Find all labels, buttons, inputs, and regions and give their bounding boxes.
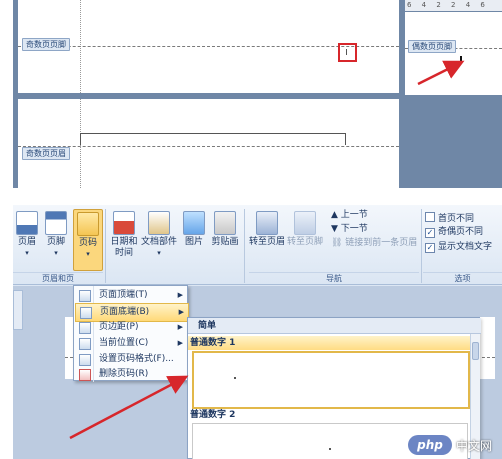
group-label-navigation: 导航 [249,272,419,285]
different-first-page-label: 首页不同 [438,214,475,224]
group-separator [421,209,422,283]
format-page-number-icon [79,354,91,366]
menu-item-label: 页面顶端(T) [99,290,148,300]
date-time-button[interactable]: 日期和时间 [109,211,139,259]
link-icon: ⛓ [331,238,346,248]
goto-header-button-label: 转至页眉 [249,237,286,247]
checkbox-icon [425,212,435,222]
group-separator [244,209,245,283]
clipart-icon [214,211,236,235]
checkmark-icon: ✓ [425,228,435,238]
php-logo: php [408,435,452,455]
next-section-button[interactable]: ▼ 下一节 [331,224,368,235]
menu-item-page-top[interactable]: 页面顶端(T) ▶ [75,287,187,304]
submenu-arrow-icon: ▶ [177,339,183,347]
document-parts-button-label: 文档部件 [141,237,178,247]
group-label-options: 选项 [423,272,502,285]
gallery-section-plain-number-2: 普通数字 2 [190,410,236,420]
word-ribbon-panel: 页眉 ▾ 页脚 ▾ 页码 ▾ 页眉和页 日期和时间 文档部件 ▾ 图片 剪贴画 [13,205,502,459]
different-odd-even-checkbox[interactable]: ✓ 奇偶页不同 [425,227,483,238]
site-watermark: php 中文网 [408,433,502,457]
odd-page-header-area[interactable]: 奇数页页眉 [18,99,399,188]
document-parts-icon [148,211,170,235]
menu-item-label: 页边距(P) [99,322,139,332]
dropdown-arrow-icon: ▾ [157,249,161,257]
goto-header-icon [256,211,278,235]
gallery-category-header: 简单 [188,318,481,334]
vertical-ruler[interactable] [13,290,23,330]
page-number-icon [77,212,99,236]
scrollbar-thumb[interactable] [472,342,479,360]
next-section-label: 下一节 [340,224,368,234]
menu-item-remove-page-numbers[interactable]: 删除页码(R) [75,366,187,383]
footer-icon [45,211,67,235]
link-to-previous-label: 链接到前一条页眉 [345,238,418,248]
goto-header-button[interactable]: 转至页眉 [249,211,285,248]
page-number-button-label: 页码 [78,238,97,248]
picture-button-label: 图片 [184,237,203,247]
gallery-item-plain-number-1[interactable] [192,351,470,409]
current-position-icon [79,338,91,350]
page-number-highlight-box [338,43,357,62]
dropdown-arrow-icon: ▾ [54,249,58,257]
odd-header-tag: 奇数页页眉 [22,147,70,160]
previous-section-button[interactable]: ▲ 上一节 [331,210,368,221]
goto-footer-button[interactable]: 转至页脚 [287,211,323,248]
submenu-arrow-icon: ▶ [177,291,183,299]
checkmark-icon: ✓ [425,243,435,253]
link-to-previous-button[interactable]: ⛓ 链接到前一条页眉 [331,238,417,249]
even-footer-tag: 偶数页页脚 [408,40,456,53]
header-button[interactable]: 页眉 ▾ [15,211,39,259]
footer-button-label: 页脚 [46,237,65,247]
show-document-text-label: 显示文档文字 [438,242,493,252]
menu-item-page-margins[interactable]: 页边距(P) ▶ [75,319,187,336]
header-icon [16,211,38,235]
different-odd-even-label: 奇偶页不同 [438,227,484,237]
watermark-site-name: 中文网 [456,439,493,453]
submenu-arrow-icon: ▶ [177,323,183,331]
odd-footer-tag: 奇数页页脚 [22,38,70,51]
text-cursor [460,56,462,64]
gallery-section-plain-number-1: 普通数字 1 [188,336,473,350]
calendar-icon [113,211,135,235]
page-number-preview-mark [329,448,331,450]
picture-icon [183,211,205,235]
header-table [80,133,346,145]
previous-section-label: 上一节 [340,210,368,220]
group-separator [105,209,106,283]
odd-page-footer-area[interactable]: 奇数页页脚 [18,0,399,93]
page-bottom-icon [80,307,92,319]
goto-footer-icon [294,211,316,235]
page-number-placeholder [346,49,347,55]
page-top-icon [79,290,91,302]
goto-footer-button-label: 转至页脚 [287,237,324,247]
header-boundary [18,146,399,147]
menu-item-label: 当前位置(C) [99,338,149,348]
different-first-page-checkbox[interactable]: 首页不同 [425,212,474,225]
next-section-icon: ▼ [331,224,341,234]
horizontal-ruler[interactable]: 6 4 2 2 4 6 [405,0,502,11]
group-label-header-footer: 页眉和页 [13,272,103,285]
clipart-button[interactable]: 剪贴画 [210,211,240,248]
page-number-button[interactable]: 页码 ▾ [73,209,103,271]
previous-section-icon: ▲ [331,210,341,220]
dropdown-arrow-icon: ▾ [25,249,29,257]
menu-item-label: 删除页码(R) [99,369,149,379]
show-document-text-checkbox[interactable]: ✓ 显示文档文字 [425,242,492,253]
page-margins-icon [79,322,91,334]
clipart-button-label: 剪贴画 [211,237,239,247]
remove-page-number-icon [79,369,91,381]
document-preview-panel: 奇数页页脚 6 4 2 2 4 6 偶数页页脚 奇数页页眉 [13,0,502,188]
dropdown-arrow-icon: ▾ [86,250,90,258]
date-time-button-label: 日期和时间 [110,237,138,258]
page-number-preview-mark [234,377,236,379]
page-number-menu: 页面顶端(T) ▶ 页面底端(B) ▶ 页边距(P) ▶ 当前位置(C) ▶ 设… [73,285,189,383]
even-page-footer-area[interactable]: 偶数页页脚 [405,12,502,95]
picture-button[interactable]: 图片 [181,211,207,248]
header-footer-tools-ribbon: 页眉 ▾ 页脚 ▾ 页码 ▾ 页眉和页 日期和时间 文档部件 ▾ 图片 剪贴画 [13,205,502,285]
header-button-label: 页眉 [17,237,36,247]
menu-item-current-position[interactable]: 当前位置(C) ▶ [75,335,187,352]
document-parts-button[interactable]: 文档部件 ▾ [141,211,177,259]
footer-button[interactable]: 页脚 ▾ [44,211,68,259]
